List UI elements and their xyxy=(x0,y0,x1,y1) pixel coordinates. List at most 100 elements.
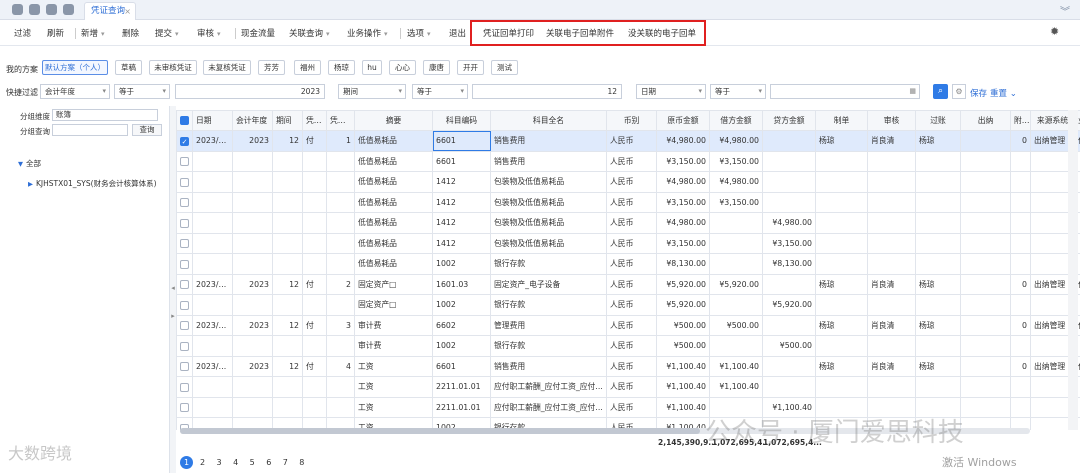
cell-debit[interactable]: ¥500.00 xyxy=(709,314,763,336)
cell-no[interactable] xyxy=(326,150,355,172)
cell-word[interactable]: 付 xyxy=(302,314,327,336)
col-header[interactable]: 审核 xyxy=(867,110,916,131)
filter-settings-button[interactable]: ⚙ xyxy=(952,84,966,99)
filter-value-3[interactable]: ▦ xyxy=(770,84,920,99)
home-icon[interactable] xyxy=(29,4,40,15)
cell-debit[interactable] xyxy=(709,212,763,234)
cell-att[interactable] xyxy=(1010,150,1031,172)
cell-year[interactable]: 2023 xyxy=(232,273,273,295)
col-header[interactable]: 贷方金额 xyxy=(762,110,816,131)
page-4[interactable]: 4 xyxy=(229,458,243,467)
page-6[interactable]: 6 xyxy=(262,458,276,467)
cell-year[interactable] xyxy=(232,294,273,316)
row-checkbox[interactable] xyxy=(180,239,189,248)
col-header[interactable]: 过账 xyxy=(915,110,961,131)
cell-summary[interactable]: 低值易耗品 xyxy=(354,130,433,152)
scheme-chip-unreviewed[interactable]: 未复核凭证 xyxy=(203,60,251,75)
cell-year[interactable] xyxy=(232,396,273,418)
page-7[interactable]: 7 xyxy=(278,458,292,467)
cell-code[interactable]: 1412 xyxy=(432,171,491,193)
cell-summary[interactable]: 低值易耗品 xyxy=(354,212,433,234)
cell-poster[interactable]: 杨琼 xyxy=(915,273,961,295)
cell-credit[interactable] xyxy=(762,273,816,295)
cell-no[interactable] xyxy=(326,376,355,398)
cell-date[interactable] xyxy=(192,294,233,316)
cell-no[interactable] xyxy=(326,335,355,357)
col-header[interactable]: 出纳 xyxy=(960,110,1011,131)
scheme-chip-draft[interactable]: 草稿 xyxy=(115,60,142,75)
cell-word[interactable] xyxy=(302,212,327,234)
scheme-chip-kaikai[interactable]: 开开 xyxy=(457,60,484,75)
cell-att[interactable]: 0 xyxy=(1010,130,1031,152)
cell-cashier[interactable] xyxy=(960,376,1011,398)
row-select[interactable] xyxy=(176,212,193,234)
cell-att[interactable] xyxy=(1010,253,1031,275)
page-2[interactable]: 2 xyxy=(196,458,210,467)
cell-name[interactable]: 包装物及低值易耗品 xyxy=(490,232,607,254)
cell-cashier[interactable] xyxy=(960,171,1011,193)
cell-year[interactable] xyxy=(232,335,273,357)
cell-debit[interactable]: ¥5,920.00 xyxy=(709,273,763,295)
cell-cur[interactable]: 人民币 xyxy=(606,376,657,398)
cell-word[interactable] xyxy=(302,294,327,316)
cell-debit[interactable] xyxy=(709,253,763,275)
cell-cur[interactable]: 人民币 xyxy=(606,314,657,336)
cell-maker[interactable] xyxy=(815,191,868,213)
cell-date[interactable] xyxy=(192,232,233,254)
cell-cur[interactable]: 人民币 xyxy=(606,335,657,357)
row-select[interactable] xyxy=(176,314,193,336)
select-all[interactable] xyxy=(176,110,193,131)
table-row[interactable]: 低值易耗品 1412 包装物及低值易耗品 人民币 ¥3,150.00 ¥3,150.00 xyxy=(176,232,1080,254)
table-row[interactable]: 低值易耗品 1412 包装物及低值易耗品 人民币 ¥3,150.00 ¥3,150.00 xyxy=(176,191,1080,213)
scheme-chip-xinxin[interactable]: 心心 xyxy=(389,60,416,75)
cell-no[interactable] xyxy=(326,294,355,316)
cell-year[interactable] xyxy=(232,191,273,213)
cell-orig[interactable]: ¥3,150.00 xyxy=(656,150,710,172)
scheme-chip-yangqiong[interactable]: 杨琼 xyxy=(328,60,355,75)
row-select[interactable] xyxy=(176,150,193,172)
cell-summary[interactable]: 固定资产□ xyxy=(354,294,433,316)
cell-poster[interactable] xyxy=(915,150,961,172)
cell-orig[interactable]: ¥3,150.00 xyxy=(656,232,710,254)
page-1[interactable]: 1 xyxy=(180,456,193,469)
cell-maker[interactable]: 杨琼 xyxy=(815,273,868,295)
refresh-button[interactable]: 刷新 xyxy=(47,27,64,39)
cell-cashier[interactable] xyxy=(960,273,1011,295)
cell-att[interactable] xyxy=(1010,335,1031,357)
cell-credit[interactable]: ¥500.00 xyxy=(762,335,816,357)
cell-date[interactable] xyxy=(192,335,233,357)
cell-cur[interactable]: 人民币 xyxy=(606,171,657,193)
cell-cur[interactable]: 人民币 xyxy=(606,130,657,152)
search-button[interactable]: ⌕ xyxy=(933,84,948,99)
col-header[interactable]: 科目全名 xyxy=(490,110,607,131)
group-dim-select[interactable]: 账簿 xyxy=(52,109,158,121)
cell-date[interactable]: 2023/1... xyxy=(192,273,233,295)
cell-cur[interactable]: 人民币 xyxy=(606,191,657,213)
cell-no[interactable] xyxy=(326,232,355,254)
cell-auditor[interactable]: 肖良清 xyxy=(867,273,916,295)
cell-maker[interactable] xyxy=(815,376,868,398)
calendar-icon[interactable]: ▦ xyxy=(909,85,916,98)
cell-credit[interactable]: ¥4,980.00 xyxy=(762,212,816,234)
row-checkbox[interactable] xyxy=(180,300,189,310)
cell-code[interactable]: 1601.03 xyxy=(432,273,491,295)
related-query-menu[interactable]: 关联查询 ▾ xyxy=(289,27,330,39)
cell-name[interactable]: 管理费用 xyxy=(490,314,607,336)
cell-auditor[interactable] xyxy=(867,150,916,172)
cell-orig[interactable]: ¥3,150.00 xyxy=(656,191,710,213)
cell-word[interactable] xyxy=(302,335,327,357)
cell-period[interactable] xyxy=(272,294,303,316)
cell-att[interactable]: 0 xyxy=(1010,355,1031,377)
cell-orig[interactable]: ¥1,100.40 xyxy=(656,396,710,418)
scheme-chip-default[interactable]: 默认方案（个人） xyxy=(42,60,108,75)
cell-code[interactable]: 6601 xyxy=(432,130,491,152)
cell-period[interactable] xyxy=(272,376,303,398)
table-row[interactable]: 审计费 1002 银行存款 人民币 ¥500.00 ¥500.00 xyxy=(176,335,1080,357)
row-select[interactable] xyxy=(176,396,193,418)
cell-word[interactable] xyxy=(302,171,327,193)
cell-debit[interactable] xyxy=(709,232,763,254)
cell-no[interactable]: 2 xyxy=(326,273,355,295)
row-checkbox[interactable] xyxy=(180,157,189,166)
cell-credit[interactable] xyxy=(762,171,816,193)
cell-att[interactable] xyxy=(1010,232,1031,254)
